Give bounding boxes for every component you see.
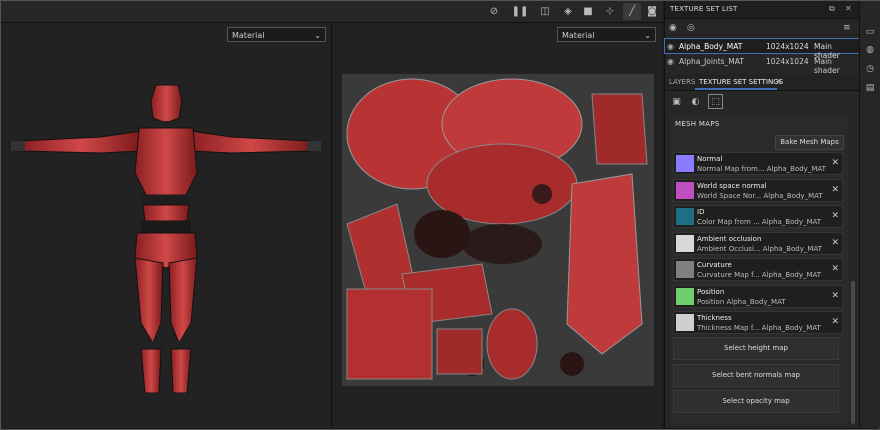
remove-map-icon[interactable]: ✕ (831, 317, 839, 327)
close-panel-icon[interactable]: ✕ (845, 4, 852, 13)
mesh-maps-section: MESH MAPS Bake Mesh Maps Normal Normal Ma… (671, 114, 849, 426)
uv-texture-sheet (342, 74, 654, 386)
remove-map-icon[interactable]: ✕ (831, 238, 839, 248)
popout-icon[interactable]: ⧉ (829, 4, 835, 14)
section-title: MESH MAPS (675, 120, 720, 128)
texture-set-name: Alpha_Body_MAT (679, 42, 743, 51)
viewport-2d-material-select[interactable]: Material ⌄ (557, 27, 656, 42)
map-thumbnail (676, 155, 694, 172)
remove-map-icon[interactable]: ✕ (831, 185, 839, 195)
texture-set-size: 1024x1024 (766, 42, 809, 51)
map-description: Thickness Map f... Alpha_Body_MAT (697, 324, 821, 332)
texture-set-size: 1024x1024 (766, 57, 809, 66)
right-icon-sidebar: ▭ ◍ ◷ ▤ (859, 1, 880, 428)
pause-icon[interactable]: ❚❚ (511, 3, 529, 20)
map-description: Color Map from ... Alpha_Body_MAT (697, 218, 822, 226)
map-thumbnail (676, 287, 694, 305)
mesh-map-row[interactable]: Thickness Thickness Map f... Alpha_Body_M… (673, 311, 843, 334)
mesh-maps-icon[interactable]: ⬚ (708, 94, 723, 109)
select-value: Material (562, 31, 595, 40)
map-name: Curvature (697, 261, 732, 269)
material-icon[interactable]: ◐ (688, 94, 703, 109)
map-thumbnail (676, 208, 694, 225)
remove-map-icon[interactable]: ✕ (831, 264, 839, 274)
map-thumbnail (676, 261, 694, 278)
mesh-map-row[interactable]: Ambient occlusion Ambient Occlusi... Alph… (673, 231, 843, 255)
chevron-down-icon: ⌄ (644, 31, 651, 40)
log-icon[interactable]: ▤ (864, 83, 876, 95)
viewport-toolbar: ⊘ ❚❚ ◫ ◈ ■ ⊹ ╱ ◙ (1, 1, 663, 23)
settings-icon-tabs: ▣ ◐ ⬚ (665, 94, 859, 111)
viewer-settings-icon[interactable]: ▭ (864, 27, 876, 39)
eye-settings-icon[interactable]: ◉ (669, 23, 677, 33)
mesh-map-row[interactable]: World space normal World Space Nor... Alp… (673, 178, 843, 202)
map-name: Thickness (697, 314, 732, 322)
tab-texture-set-settings[interactable]: TEXTURE SET SETTINGS (699, 78, 783, 86)
map-thumbnail (676, 314, 694, 331)
mesh-map-row[interactable]: Normal Normal Map from... Alpha_Body_MAT ✕ (673, 152, 843, 175)
map-description: Curvature Map f... Alpha_Body_MAT (697, 271, 822, 279)
texture-set-list-header: TEXTURE SET LIST ⧉ ✕ (665, 1, 859, 19)
3d-viewport[interactable]: Material ⌄ (1, 23, 331, 428)
map-thumbnail (676, 234, 694, 252)
active-tab-indicator (695, 88, 777, 90)
texture-set-name: Alpha_Joints_MAT (679, 57, 744, 66)
uv-islands (342, 74, 654, 386)
scrollbar[interactable] (851, 281, 855, 424)
select-map-button[interactable]: Select bent normals map (673, 363, 839, 387)
remove-map-icon[interactable]: ✕ (831, 158, 839, 168)
right-panel: TEXTURE SET LIST ⧉ ✕ ◉ ◎ ≡ ◉ Alpha_Body_… (664, 1, 860, 428)
texture-set-icon[interactable]: ▣ (669, 94, 684, 109)
bake-mesh-maps-button[interactable]: Bake Mesh Maps (775, 135, 844, 150)
map-name: ID (697, 208, 705, 216)
list-menu-icon[interactable]: ≡ (843, 23, 851, 33)
camera-video-icon[interactable]: ■ (579, 3, 597, 20)
mesh-map-row[interactable]: Curvature Curvature Map f... Alpha_Body_M… (673, 258, 843, 281)
robot-model (11, 84, 321, 403)
cube-icon[interactable]: ◈ (559, 3, 577, 20)
map-description: World Space Nor... Alpha_Body_MAT (697, 191, 823, 200)
eye-icon[interactable]: ◉ (667, 42, 674, 51)
chevron-down-icon: ⌄ (314, 31, 321, 40)
eye-icon[interactable]: ◎ (687, 23, 695, 33)
brush-icon[interactable]: ╱ (623, 3, 641, 20)
tab-layers[interactable]: LAYERS (669, 78, 695, 86)
remove-map-icon[interactable]: ✕ (831, 211, 839, 221)
map-name: World space normal (697, 181, 767, 190)
remove-map-icon[interactable]: ✕ (831, 291, 839, 301)
hide-icon[interactable]: ⊘ (485, 3, 503, 20)
map-name: Normal (697, 155, 723, 163)
panel-title: TEXTURE SET LIST (670, 5, 738, 13)
axes-icon[interactable]: ⊹ (601, 3, 619, 20)
history-icon[interactable]: ◷ (864, 64, 876, 76)
texture-set-row[interactable]: ◉ Alpha_Body_MAT 1024x1024 Main shader (664, 38, 860, 60)
split-view-icon[interactable]: ◫ (536, 3, 554, 20)
shelf-icon[interactable]: ◍ (864, 45, 876, 57)
mesh-map-row[interactable]: ID Color Map from ... Alpha_Body_MAT ✕ (673, 205, 843, 228)
texture-set-shader: Main shader (814, 57, 840, 75)
select-map-button[interactable]: Select opacity map (673, 390, 839, 413)
panel-tabs: LAYERS TEXTURE SET SETTINGS ✕ (665, 74, 859, 91)
map-name: Ambient occlusion (697, 234, 762, 243)
map-description: Ambient Occlusi... Alpha_Body_MAT (697, 244, 822, 253)
select-value: Material (232, 31, 265, 40)
map-description: Normal Map from... Alpha_Body_MAT (697, 165, 826, 173)
map-thumbnail (676, 181, 694, 199)
viewport-3d-material-select[interactable]: Material ⌄ (227, 27, 326, 42)
mesh-map-row[interactable]: Position Position Alpha_Body_MAT ✕ (673, 284, 843, 308)
map-description: Position Alpha_Body_MAT (697, 297, 786, 306)
close-tab-icon[interactable]: ✕ (776, 78, 782, 86)
eye-icon[interactable]: ◉ (667, 57, 674, 66)
screenshot-icon[interactable]: ◙ (643, 3, 661, 20)
texture-set-row[interactable]: ◉ Alpha_Joints_MAT 1024x1024 Main shader (665, 54, 859, 75)
texture-set-list-toolbar: ◉ ◎ ≡ (665, 19, 859, 37)
map-name: Position (697, 287, 725, 296)
select-map-button[interactable]: Select height map (673, 337, 839, 360)
